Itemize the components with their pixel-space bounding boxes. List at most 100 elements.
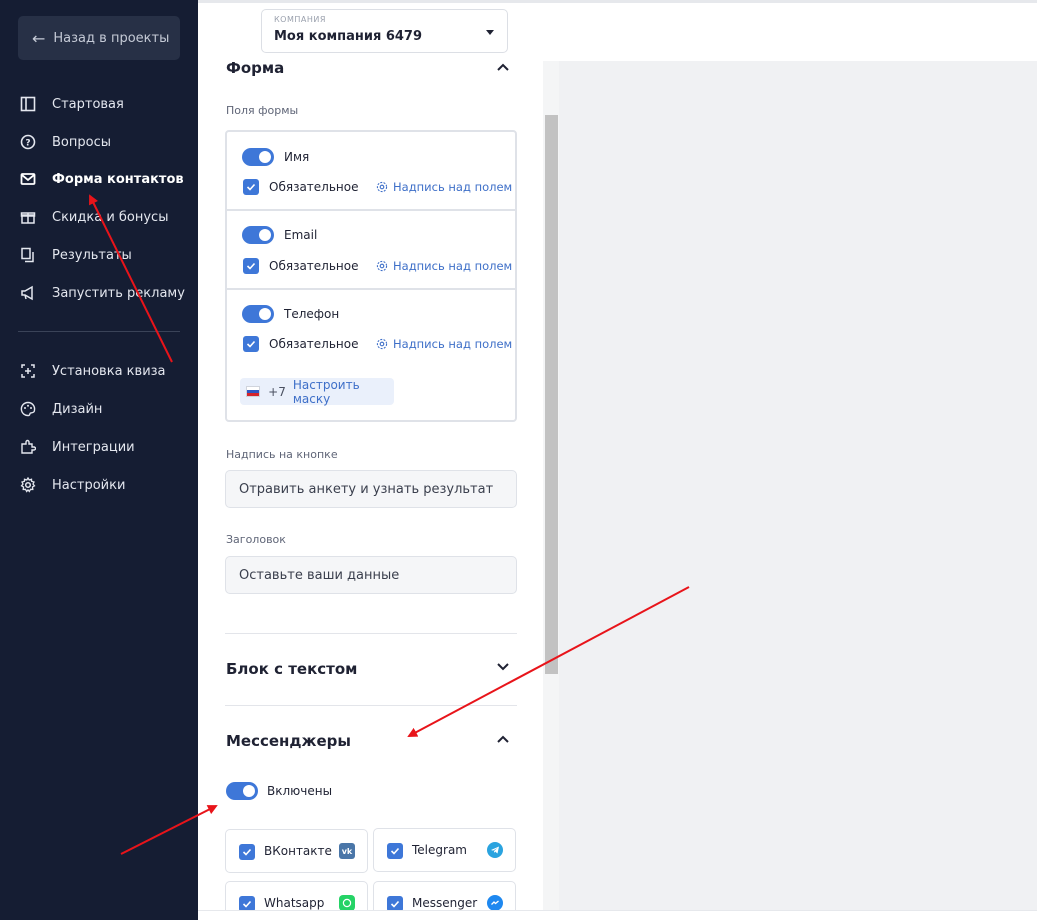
check-icon [246,262,256,270]
form-section-title[interactable]: Форма [226,59,284,77]
phone-mask-label: Настроить маску [292,377,360,406]
question-circle-icon: ? [18,132,38,152]
chevron-up-icon[interactable] [495,731,511,747]
field-email-required-checkbox[interactable] [243,258,259,274]
palette-icon [18,399,38,419]
sidebar-item-start[interactable]: Стартовая [18,92,124,116]
messenger-vk-checkbox[interactable] [239,844,255,860]
messengers-enabled-toggle[interactable] [226,782,258,800]
field-phone-label: Телефон [284,307,340,321]
gear-icon [376,260,388,272]
check-icon [242,848,252,856]
heading-input[interactable]: Оставьте ваши данные [225,556,517,594]
sidebar-item-label: Установка квиза [52,363,166,379]
sidebar-item-label: Настройки [52,477,126,493]
messenger-vk-card[interactable]: ВКонтакте vk [225,829,368,873]
messenger-vk-label: ВКонтакте [264,844,332,858]
messenger-telegram-checkbox[interactable] [387,843,403,859]
field-email-hint-link[interactable]: Надпись над полем [376,259,512,273]
scrollbar-thumb[interactable] [545,115,558,674]
field-name-toggle[interactable] [242,148,274,166]
sidebar-item-label: Стартовая [52,96,124,112]
section-divider [225,705,517,706]
sidebar-item-integrations[interactable]: Интеграции [18,435,135,459]
field-name-hint-link[interactable]: Надпись над полем [376,180,512,194]
sidebar-item-label: Результаты [52,247,132,263]
chevron-down-icon [486,30,494,35]
phone-mask-button[interactable]: +7 Настроить маску [240,377,394,406]
top-border [198,0,1037,3]
sidebar-divider [18,331,180,332]
messenger-icon [487,895,503,911]
field-divider [227,209,515,211]
field-email-hint-label: Надпись над полем [393,259,513,273]
heading-label: Заголовок [226,533,286,546]
sidebar-item-results[interactable]: Результаты [18,243,132,267]
russia-flag-icon [246,386,261,397]
company-caption: КОМПАНИЯ [274,15,326,24]
check-icon [246,340,256,348]
field-email-toggle[interactable] [242,226,274,244]
sidebar-item-label: Дизайн [52,401,103,417]
section-divider [225,633,517,634]
text-block-section-title[interactable]: Блок с текстом [226,660,357,678]
button-caption-input[interactable]: Отравить анкету и узнать результат [225,470,517,508]
messenger-telegram-card[interactable]: Telegram [373,828,516,872]
layout-icon [18,94,38,114]
messengers-enabled-label: Включены [267,784,333,798]
check-icon [242,900,252,908]
field-phone-required-label: Обязательное [269,337,359,351]
megaphone-icon [18,283,38,303]
chevron-up-icon[interactable] [495,59,511,75]
back-to-projects-label: Назад в проекты [53,30,170,46]
field-phone-hint-label: Надпись над полем [393,337,513,351]
sidebar-item-discounts[interactable]: Скидка и бонусы [18,205,168,229]
sidebar-item-contact-form[interactable]: Форма контактов [18,167,184,191]
sidebar: ← Назад в проекты Стартовая ? Вопросы Фо… [0,0,198,920]
company-select[interactable]: КОМПАНИЯ Моя компания 6479 [261,9,508,53]
sidebar-item-label: Скидка и бонусы [52,209,169,225]
fields-label: Поля формы [226,104,299,117]
check-icon [390,900,400,908]
messengers-section-title[interactable]: Мессенджеры [226,732,351,750]
messenger-whatsapp-label: Whatsapp [264,896,325,910]
sidebar-item-install[interactable]: Установка квиза [18,359,166,383]
field-phone-toggle[interactable] [242,305,274,323]
messenger-telegram-label: Telegram [412,843,467,857]
field-phone-hint-link[interactable]: Надпись над полем [376,337,512,351]
sidebar-item-questions[interactable]: ? Вопросы [18,130,111,154]
arrow-left-icon: ← [32,28,46,48]
field-divider [227,288,515,290]
sidebar-item-label: Интеграции [52,439,135,455]
field-name-hint-label: Надпись над полем [393,180,513,194]
sidebar-item-label: Вопросы [52,134,111,150]
sidebar-item-design[interactable]: Дизайн [18,397,102,421]
svg-text:?: ? [25,139,30,149]
button-caption-label: Надпись на кнопке [226,448,338,461]
files-icon [18,245,38,265]
messenger-messenger-label: Messenger [412,896,478,910]
vk-icon: vk [339,843,355,859]
sidebar-item-label: Запустить рекламу [52,285,185,301]
field-name-required-label: Обязательное [269,180,359,194]
preview-area [543,61,1037,920]
back-to-projects-button[interactable]: ← Назад в проекты [18,16,180,60]
telegram-icon [487,842,503,858]
field-phone-required-checkbox[interactable] [243,336,259,352]
envelope-icon [18,169,38,189]
gift-icon [18,207,38,227]
install-icon [18,361,38,381]
sidebar-item-ads[interactable]: Запустить рекламу [18,281,185,305]
field-name-label: Имя [284,150,310,164]
gear-icon [376,338,388,350]
company-value: Моя компания 6479 [274,29,423,44]
field-email-required-label: Обязательное [269,259,359,273]
field-email-label: Email [284,228,318,242]
sidebar-item-settings[interactable]: Настройки [18,473,125,497]
check-icon [246,183,256,191]
chevron-down-icon[interactable] [495,659,511,675]
gear-icon [376,181,388,193]
field-name-required-checkbox[interactable] [243,179,259,195]
phone-mask-code: +7 [268,384,286,399]
check-icon [390,847,400,855]
